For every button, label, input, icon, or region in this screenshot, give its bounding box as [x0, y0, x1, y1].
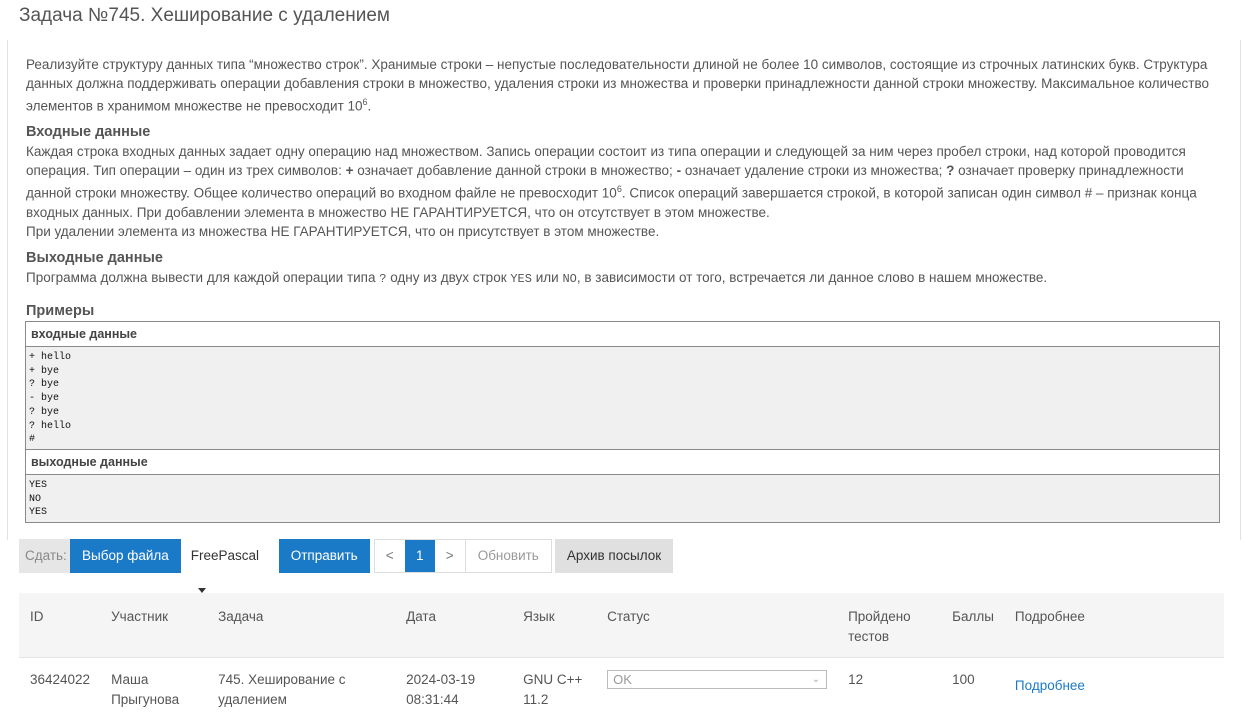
- col-language: Язык: [512, 593, 597, 658]
- submit-toolbar: Сдать: Выбор файла FreePascal Отправить …: [19, 539, 674, 593]
- output-section: Выходные данные Программа должна вывести…: [26, 249, 1218, 289]
- description-text: Реализуйте структуру данных типа “множес…: [26, 57, 1210, 114]
- problem-description: Реализуйте структуру данных типа “множес…: [26, 55, 1218, 116]
- language-value: FreePascal: [190, 548, 260, 563]
- col-problem: Задача: [207, 593, 396, 658]
- submission-id: 36424022: [19, 657, 101, 710]
- output-heading: Выходные данные: [26, 250, 163, 266]
- submission-details-cell: Подробнее: [1003, 657, 1224, 710]
- col-status: Статус: [596, 593, 838, 658]
- input-note: При удалении элемента из множества НЕ ГА…: [26, 223, 660, 239]
- submission-problem: 745. Хеширование с удалением: [207, 657, 396, 710]
- text: , в зависимости от того, встречается ли …: [576, 270, 1048, 285]
- status-value: OK: [613, 672, 632, 687]
- submit-label: Сдать:: [19, 539, 70, 573]
- col-id: ID: [19, 593, 101, 658]
- page-1-button[interactable]: 1: [404, 540, 435, 572]
- details-link[interactable]: Подробнее: [1015, 678, 1085, 693]
- text: одну из двух строк: [386, 270, 511, 285]
- table-header: ID Участник Задача Дата Язык Статус Прой…: [19, 593, 1224, 658]
- text: или: [531, 270, 563, 285]
- input-section: Входные данные Каждая строка входных дан…: [26, 123, 1218, 241]
- page-title: Задача №745. Хеширование с удалением: [19, 5, 390, 26]
- text: означает добавление данной строки в множ…: [353, 163, 677, 178]
- col-date: Дата: [395, 593, 513, 658]
- example-box: входные данные + hello + bye ? bye - bye…: [25, 321, 1220, 523]
- submission-date: 2024-03-19 08:31:44: [395, 657, 513, 710]
- refresh-button[interactable]: Обновить: [464, 540, 551, 572]
- submission-language: GNU C++ 11.2: [512, 657, 597, 710]
- text: Программа должна вывести для каждой опер…: [26, 270, 380, 285]
- code-yes: YES: [510, 272, 532, 286]
- pagination: < 1 > Обновить: [373, 539, 552, 573]
- submissions-table: ID Участник Задача Дата Язык Статус Прой…: [19, 593, 1224, 710]
- col-details: Подробнее: [1003, 593, 1224, 658]
- submission-score: 100: [941, 657, 1004, 710]
- input-heading: Входные данные: [26, 124, 151, 140]
- table-row: 36424022 Маша Прыгунова 745. Хеширование…: [19, 657, 1224, 710]
- output-label: выходные данные: [26, 450, 1219, 475]
- submission-tests: 12: [837, 657, 942, 710]
- text: означает удаление строки из множества;: [681, 163, 947, 178]
- code-no: NO: [562, 272, 577, 286]
- chevron-down-icon: ⌄: [811, 674, 821, 685]
- send-button[interactable]: Отправить: [278, 539, 370, 573]
- examples-heading: Примеры: [26, 303, 95, 319]
- punctuation: .: [367, 98, 372, 114]
- next-page-button[interactable]: >: [435, 540, 465, 572]
- col-user: Участник: [100, 593, 208, 658]
- col-tests: Пройдено тестов: [837, 593, 942, 658]
- submission-user: Маша Прыгунова: [100, 657, 208, 710]
- input-label: входные данные: [26, 322, 1219, 347]
- choose-file-button[interactable]: Выбор файла: [70, 539, 181, 573]
- input-description: Каждая строка входных данных задает одну…: [26, 142, 1218, 222]
- status-select[interactable]: OK ⌄: [607, 670, 828, 689]
- language-select[interactable]: FreePascal: [180, 539, 279, 593]
- output-sample: YES NO YES: [26, 475, 1219, 522]
- archive-button[interactable]: Архив посылок: [554, 539, 674, 573]
- output-description: Программа должна вывести для каждой опер…: [26, 268, 1218, 289]
- col-score: Баллы: [941, 593, 1004, 658]
- submission-status-cell: OK ⌄: [596, 657, 838, 710]
- prev-page-button[interactable]: <: [375, 540, 405, 572]
- input-sample: + hello + bye ? bye - bye ? bye ? hello …: [26, 347, 1219, 450]
